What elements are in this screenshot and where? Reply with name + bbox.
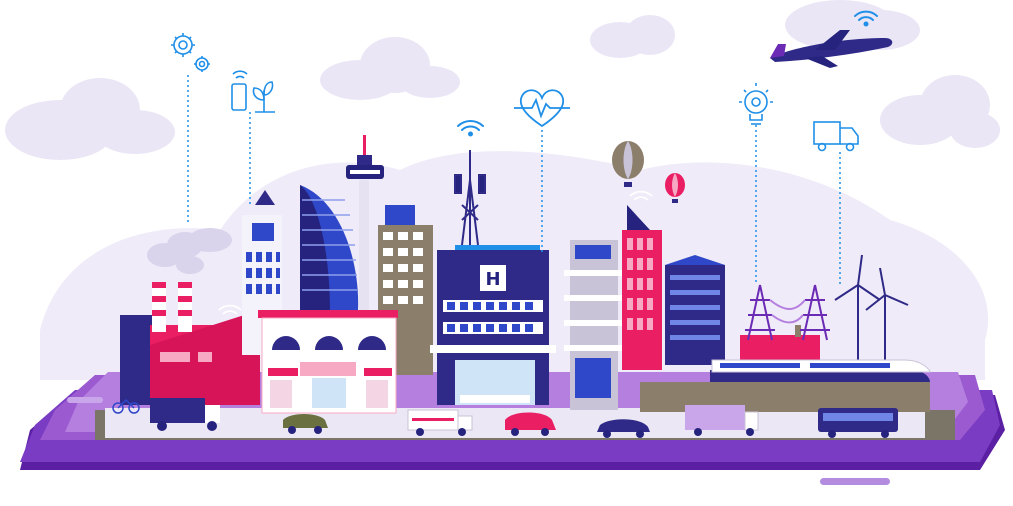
cloud-left (5, 78, 175, 160)
shop-building (258, 310, 398, 414)
wifi-icon (457, 119, 484, 137)
blue-office (665, 255, 725, 365)
terraced-building (564, 240, 624, 410)
hospital-building: H (430, 245, 556, 405)
delivery-truck-icon (813, 121, 859, 152)
heartbeat-icon (514, 89, 570, 128)
cloud-right (880, 75, 1000, 148)
hospital-sign: H (485, 269, 500, 290)
cloud-top (590, 15, 675, 58)
smart-city-illustration: H (0, 0, 1013, 506)
cloud-center (320, 37, 460, 100)
lightbulb-gear-icon (739, 83, 773, 125)
gears-icon (171, 33, 210, 72)
phone-plant-icon (231, 70, 275, 113)
tablet-home-button (820, 478, 890, 485)
